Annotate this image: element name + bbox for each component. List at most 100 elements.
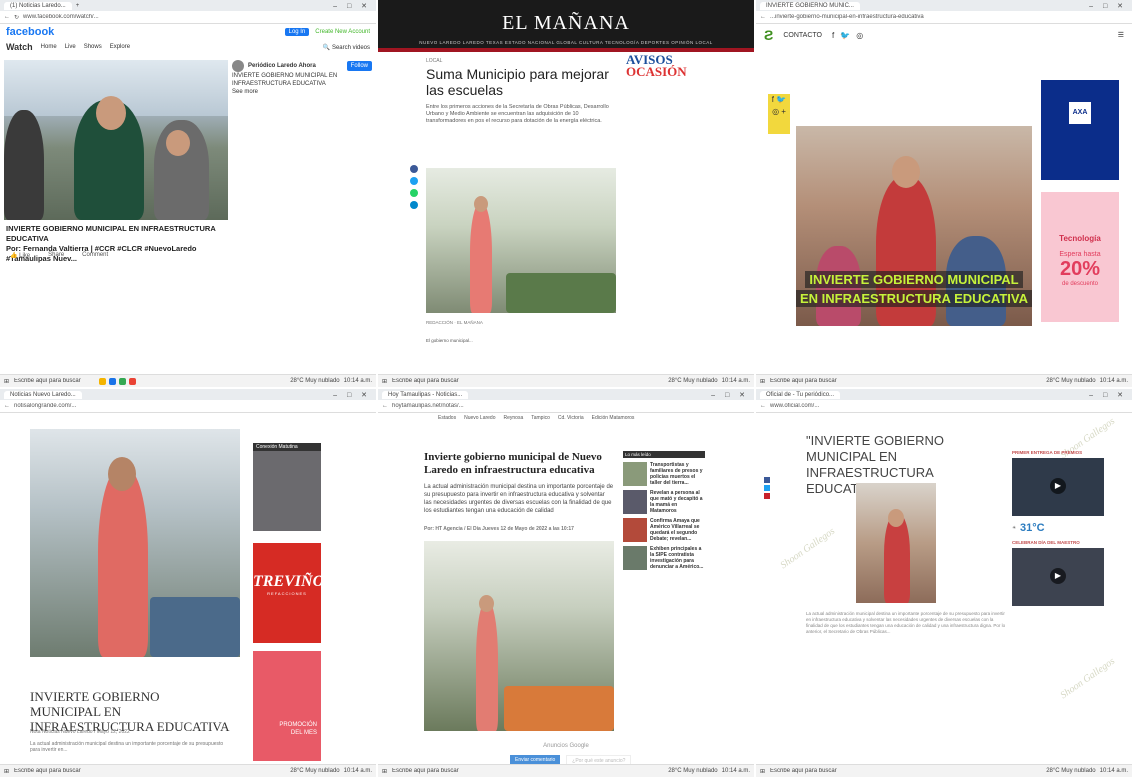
- video-player[interactable]: ▶: [1012, 458, 1104, 516]
- video-frame[interactable]: [4, 60, 228, 220]
- taskbar-search[interactable]: Escribe aquí para buscar: [770, 768, 840, 774]
- create-account-link[interactable]: Create New Account: [315, 29, 370, 35]
- comment-button[interactable]: Comment: [82, 252, 108, 259]
- pinterest-icon[interactable]: [764, 493, 770, 499]
- window-controls[interactable]: – □ ✕: [711, 391, 754, 399]
- chrome-icon[interactable]: [119, 377, 127, 385]
- login-button[interactable]: Log In: [284, 28, 310, 36]
- clock[interactable]: 10:14 a.m.: [344, 768, 372, 774]
- taskbar-search[interactable]: Escribe aquí para buscar: [770, 378, 840, 384]
- insurance-ad[interactable]: AXA: [1041, 80, 1119, 180]
- twitter-icon[interactable]: [764, 485, 770, 491]
- url-field[interactable]: hoytamaulipas.net/notas/...: [392, 403, 750, 409]
- nav-explore[interactable]: Explore: [110, 44, 130, 50]
- window-controls[interactable]: – □ ✕: [333, 2, 376, 10]
- url-field[interactable]: ...invierte-gobierno-municipal-en-infrae…: [770, 14, 1128, 20]
- nav-item[interactable]: Estados: [438, 415, 456, 421]
- nav-item[interactable]: Nuevo Laredo: [464, 415, 495, 421]
- weather-label[interactable]: 28°C Muy nublado: [1046, 768, 1095, 774]
- facebook-icon[interactable]: [410, 165, 418, 173]
- window-controls[interactable]: – □ ✕: [1089, 391, 1132, 399]
- url-field[interactable]: www.oficial.com/...: [770, 403, 1128, 409]
- new-tab-icon[interactable]: +: [76, 3, 80, 9]
- twitter-icon[interactable]: 🐦: [840, 31, 850, 40]
- nav-item[interactable]: Reynosa: [504, 415, 524, 421]
- clock[interactable]: 10:14 a.m.: [1100, 768, 1128, 774]
- window-controls[interactable]: – □ ✕: [333, 391, 376, 399]
- start-icon[interactable]: ⊞: [760, 378, 765, 385]
- nav-home[interactable]: Home: [41, 44, 57, 50]
- weather-label[interactable]: 28°C Muy nublado: [1046, 378, 1095, 384]
- address-bar[interactable]: ← www.oficial.com/...: [756, 400, 1132, 413]
- address-bar[interactable]: ← hoytamaulipas.net/notas/...: [378, 400, 754, 413]
- browser-tab[interactable]: Noticias Nuevo Laredo...: [4, 390, 82, 399]
- follow-button[interactable]: Follow: [346, 61, 372, 71]
- back-icon[interactable]: ←: [4, 403, 10, 409]
- weather-label[interactable]: 28°C Muy nublado: [290, 378, 339, 384]
- url-field[interactable]: notisalongrande.com/...: [14, 403, 372, 409]
- address-bar[interactable]: ← ...invierte-gobierno-municipal-en-infr…: [756, 11, 1132, 24]
- twitter-icon[interactable]: [410, 177, 418, 185]
- clock[interactable]: 10:14 a.m.: [722, 378, 750, 384]
- see-more-link[interactable]: See more: [232, 88, 372, 96]
- address-bar[interactable]: ← notisalongrande.com/...: [0, 400, 376, 413]
- start-icon[interactable]: ⊞: [382, 378, 387, 385]
- promo-ad[interactable]: PROMOCIÓN DEL MES: [253, 651, 321, 761]
- main-nav[interactable]: NUEVO LAREDO LAREDO TEXAS ESTADO NACIONA…: [378, 40, 754, 45]
- avatar[interactable]: [232, 60, 244, 72]
- url-field[interactable]: www.facebook.com/watch/...: [23, 14, 372, 20]
- video-player[interactable]: ▶: [1012, 548, 1104, 606]
- list-item[interactable]: Exhiben principales a la SIPE contratist…: [623, 546, 705, 570]
- site-logo[interactable]: EL MAÑANA: [378, 12, 754, 35]
- facebook-icon[interactable]: [764, 477, 770, 483]
- browser-tab[interactable]: Oficial de - Tu periódico...: [760, 390, 841, 399]
- nav-item[interactable]: Edición Matamoros: [592, 415, 635, 421]
- tech-ad[interactable]: Tecnología Espera hasta 20% de descuento: [1041, 192, 1119, 322]
- floating-share[interactable]: f 🐦 ◎ +: [768, 94, 790, 134]
- edge-icon[interactable]: [109, 377, 117, 385]
- list-item[interactable]: Revelan a persona al que mató y decapitó…: [623, 490, 705, 514]
- address-bar[interactable]: ← ↻ www.facebook.com/watch/...: [0, 11, 376, 24]
- taskbar-search[interactable]: Escribe aquí para buscar: [392, 768, 462, 774]
- video-search[interactable]: 🔍 Search videos: [323, 44, 370, 51]
- nav-item[interactable]: Tampico: [531, 415, 550, 421]
- back-icon[interactable]: ←: [4, 14, 10, 20]
- play-icon[interactable]: ▶: [1050, 478, 1066, 494]
- taskbar-search[interactable]: Escribe aquí para buscar: [14, 378, 84, 384]
- like-button[interactable]: 👍 Like: [10, 252, 30, 259]
- app-icon[interactable]: [129, 377, 137, 385]
- instagram-icon[interactable]: ◎: [856, 31, 863, 40]
- start-icon[interactable]: ⊞: [760, 768, 765, 775]
- weather-label[interactable]: 28°C Muy nublado: [668, 378, 717, 384]
- site-logo[interactable]: Ƨ: [764, 27, 773, 43]
- channel-name[interactable]: Periódico Laredo Ahora: [248, 62, 316, 70]
- whatsapp-icon[interactable]: [410, 189, 418, 197]
- contact-link[interactable]: CONTACTO: [783, 32, 822, 39]
- share-button[interactable]: Share: [48, 252, 64, 259]
- trevino-ad[interactable]: TREVIÑO REFACCIONES: [253, 543, 324, 643]
- back-icon[interactable]: ←: [382, 403, 388, 409]
- send-feedback-button[interactable]: Enviar comentario: [510, 755, 561, 764]
- browser-tab[interactable]: (1) Noticias Laredo...: [4, 1, 72, 10]
- video-ad[interactable]: Conexión Matutina: [253, 443, 321, 531]
- menu-icon[interactable]: ☰: [1118, 31, 1124, 39]
- taskbar-search[interactable]: Escribe aquí para buscar: [392, 378, 462, 384]
- play-icon[interactable]: ▶: [1050, 568, 1066, 584]
- back-icon[interactable]: ←: [760, 14, 766, 20]
- explorer-icon[interactable]: [99, 377, 107, 385]
- facebook-logo[interactable]: facebook: [6, 26, 54, 38]
- back-icon[interactable]: ←: [760, 403, 766, 409]
- weather-label[interactable]: 28°C Muy nublado: [290, 768, 339, 774]
- start-icon[interactable]: ⊞: [4, 378, 9, 385]
- avisos-ad[interactable]: AVISOS OCASIÓN: [626, 53, 696, 78]
- clock[interactable]: 10:14 a.m.: [722, 768, 750, 774]
- facebook-icon[interactable]: f: [832, 31, 834, 40]
- refresh-icon[interactable]: ↻: [14, 14, 19, 21]
- why-this-ad-button[interactable]: ¿Por qué este anuncio?: [566, 755, 632, 764]
- list-item[interactable]: Confirma Amaya que Américo Villarreal se…: [623, 518, 705, 542]
- list-item[interactable]: Transportistas y familiares de presos y …: [623, 462, 705, 486]
- clock[interactable]: 10:14 a.m.: [344, 378, 372, 384]
- taskbar-search[interactable]: Escribe aquí para buscar: [14, 768, 84, 774]
- start-icon[interactable]: ⊞: [382, 768, 387, 775]
- clock[interactable]: 10:14 a.m.: [1100, 378, 1128, 384]
